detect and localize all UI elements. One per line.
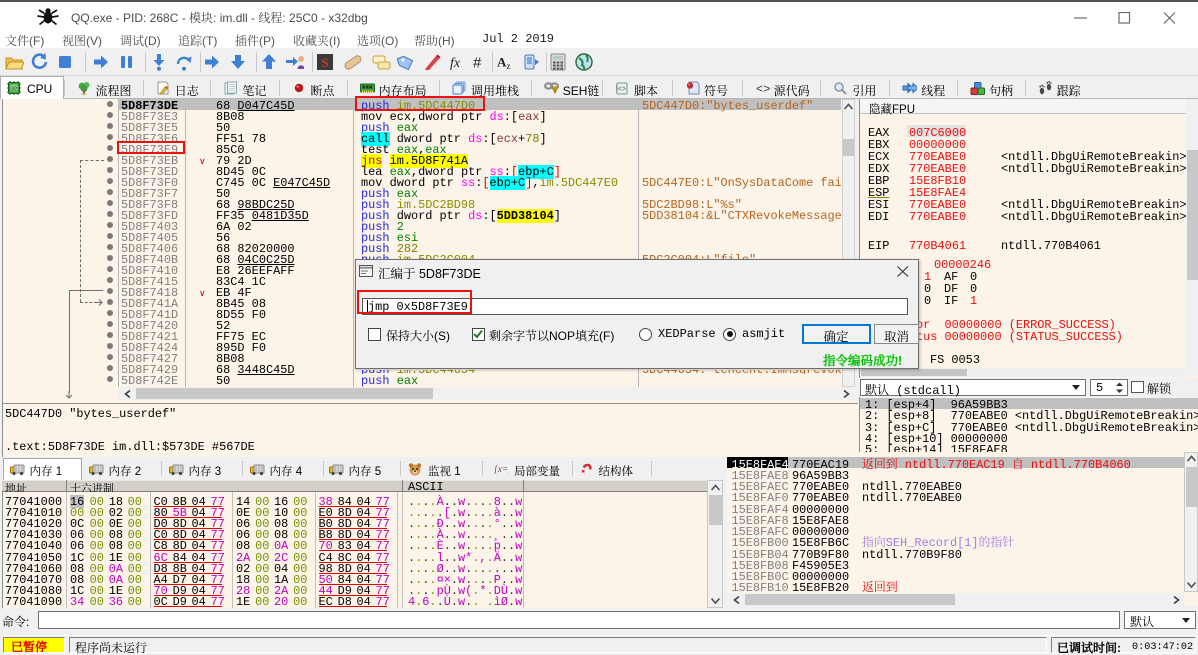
svg-text:z: z: [507, 61, 511, 71]
svg-text:[x=]: [x=]: [494, 465, 509, 475]
svg-text:fx: fx: [450, 56, 461, 71]
svg-text:<>: <>: [618, 86, 626, 93]
svg-text:32: 32: [11, 87, 17, 93]
svg-text:#: #: [473, 55, 482, 72]
svg-text:<>: <>: [756, 83, 770, 97]
svg-text:A: A: [497, 55, 507, 70]
svg-text:S: S: [321, 55, 328, 70]
